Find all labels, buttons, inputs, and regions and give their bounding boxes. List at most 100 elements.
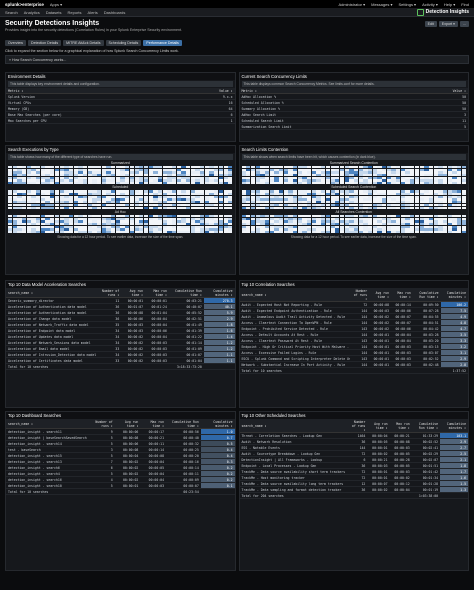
- edit-button[interactable]: Edit: [424, 21, 437, 27]
- table-cell: [98, 363, 122, 370]
- heatmap-cell: [447, 206, 452, 209]
- column-header[interactable]: Avg run time ⇕: [114, 419, 141, 429]
- heatmap-title-adhoc: Ad Hoc: [114, 209, 126, 214]
- nav-item-analytics[interactable]: Analytics: [24, 10, 40, 15]
- column-header[interactable]: Avg run time ⇕: [121, 288, 146, 298]
- heatmap-cell: [405, 182, 410, 185]
- heatmap-cell: [461, 206, 466, 209]
- detection-insights-icon: [416, 8, 424, 16]
- heatmap-cell: [223, 206, 228, 209]
- heatmap-cell: [12, 230, 17, 234]
- heatmap-cell: [148, 182, 153, 185]
- heatmap-cell: [433, 182, 438, 185]
- column-header[interactable]: Cumulative Run time ⇕: [411, 419, 441, 433]
- heatmap-cell: [190, 206, 196, 209]
- column-header[interactable]: search_name ⇕: [6, 419, 89, 429]
- heatmap-cell: [115, 206, 121, 209]
- heatmap-cell: [64, 230, 69, 234]
- heatmap-cell: [288, 206, 293, 209]
- column-header[interactable]: Cumulative minutes ⇕: [200, 419, 235, 429]
- column-header[interactable]: Cumulative minutes ⇕: [440, 419, 468, 433]
- column-header[interactable]: search_name ⇕: [239, 419, 348, 433]
- heatmap-cell: [12, 206, 17, 209]
- tab-overview[interactable]: Overview: [5, 40, 26, 46]
- heatmap-cell: [200, 182, 205, 185]
- heatmap-cell: [125, 182, 130, 185]
- heatmap-cell: [78, 182, 83, 185]
- heatmap-cell: [106, 206, 111, 209]
- dashboard-header: Security Detections Insights Provides in…: [0, 17, 474, 39]
- activity-menu[interactable]: Activity ▾: [422, 2, 438, 7]
- nav-item-reports[interactable]: Reports: [68, 10, 82, 15]
- splunk-logo[interactable]: splunk>enterprise: [5, 2, 44, 7]
- column-header[interactable]: Number of runs ⇕: [349, 288, 370, 302]
- page-title: Security Detections Insights: [5, 20, 100, 27]
- column-header[interactable]: Avg run time ⇕: [369, 288, 391, 302]
- heatmap-cell: [200, 230, 205, 234]
- heatmap-cell: [311, 182, 317, 185]
- column-header[interactable]: Avg run time ⇕: [367, 419, 390, 433]
- column-header[interactable]: Cumulative Run time ⇕: [168, 288, 204, 298]
- heatmap-cell: [54, 206, 60, 209]
- heatmap-cell: [186, 182, 191, 185]
- tab-mitre-details[interactable]: MITRE Att&ck Details: [63, 40, 104, 46]
- column-header[interactable]: Max run time ⇕: [391, 288, 413, 302]
- column-header[interactable]: Max run time ⇕: [145, 288, 169, 298]
- column-header[interactable]: Max run time ⇕: [389, 419, 412, 433]
- column-header[interactable]: Cumulative Run time ⇕: [412, 288, 441, 302]
- heatmap-cell: [438, 182, 443, 185]
- concurrency-expander[interactable]: » How Search Concurrency works...: [5, 55, 469, 64]
- table-cell: [203, 363, 235, 370]
- heatmap-cell: [26, 182, 32, 185]
- heatmap-cell: [143, 206, 149, 209]
- heatmap-cell: [410, 182, 415, 185]
- nav-item-alerts[interactable]: Alerts: [88, 10, 98, 15]
- heatmap-cell: [36, 230, 41, 234]
- heatmap-cell: [419, 182, 424, 185]
- heatmap-cell: [148, 230, 153, 234]
- find-button[interactable]: Find: [461, 2, 469, 7]
- heatmap-cell: [260, 206, 265, 209]
- tab-scheduling-details[interactable]: Scheduling Details: [105, 40, 142, 46]
- heatmap-cell: [325, 230, 331, 234]
- column-header[interactable]: Number of runs ⇕: [98, 288, 122, 298]
- messages-menu[interactable]: Messages ▾: [371, 2, 392, 7]
- heatmap-cell: [101, 230, 106, 234]
- heatmap-cell: [321, 230, 326, 234]
- export-button[interactable]: Export ▾: [438, 21, 458, 27]
- help-menu[interactable]: Help ▾: [444, 2, 455, 7]
- column-header[interactable]: Max run time ⇕: [140, 419, 167, 429]
- column-header[interactable]: Cumulative minutes ⇕: [440, 288, 468, 302]
- column-header[interactable]: Number of runs ⇕: [347, 419, 368, 433]
- column-header[interactable]: Cumulative minutes ⇕: [203, 288, 235, 298]
- heatmap-cell: [311, 230, 317, 234]
- heatmap-cell: [339, 206, 345, 209]
- heatmap-cell: [64, 182, 69, 185]
- nav-item-dashboards[interactable]: Dashboards: [104, 10, 126, 15]
- apps-menu[interactable]: Apps ▾: [50, 2, 62, 7]
- tab-detection-details[interactable]: Detection Details: [27, 40, 62, 46]
- column-header[interactable]: Cumulative Run time ⇕: [166, 419, 201, 429]
- admin-menu[interactable]: Administrator ▾: [338, 2, 365, 7]
- column-header[interactable]: search_name ⇕: [6, 288, 99, 298]
- heatmap-cell: [368, 230, 373, 234]
- concurrency-title: Current Search Concurrency Limits: [239, 73, 468, 80]
- heatmap-title-summarized: Summarized: [110, 161, 130, 165]
- settings-menu[interactable]: Settings ▾: [398, 2, 416, 7]
- more-button[interactable]: ...: [460, 21, 469, 27]
- heatmap-cell: [162, 230, 167, 234]
- tab-performance-details[interactable]: Performance Details: [143, 40, 182, 46]
- column-header[interactable]: search_name ⇕: [239, 288, 350, 302]
- exec-type-desc: This table shows how many of the differe…: [8, 154, 233, 160]
- heatmap-cell: [260, 182, 265, 185]
- heatmap-cell: [330, 206, 335, 209]
- heatmap-cell: [405, 230, 410, 234]
- nav-item-search[interactable]: Search: [5, 10, 18, 15]
- heatmap-cell: [278, 182, 284, 185]
- nav-item-datasets[interactable]: Datasets: [46, 10, 62, 15]
- heatmap-cell: [209, 230, 214, 234]
- column-header[interactable]: Number of runs ⇕: [88, 419, 115, 429]
- exec-type-title: Search Executions by Type: [6, 146, 235, 153]
- heatmap-cell: [97, 182, 102, 185]
- heatmap-cell: [250, 206, 256, 209]
